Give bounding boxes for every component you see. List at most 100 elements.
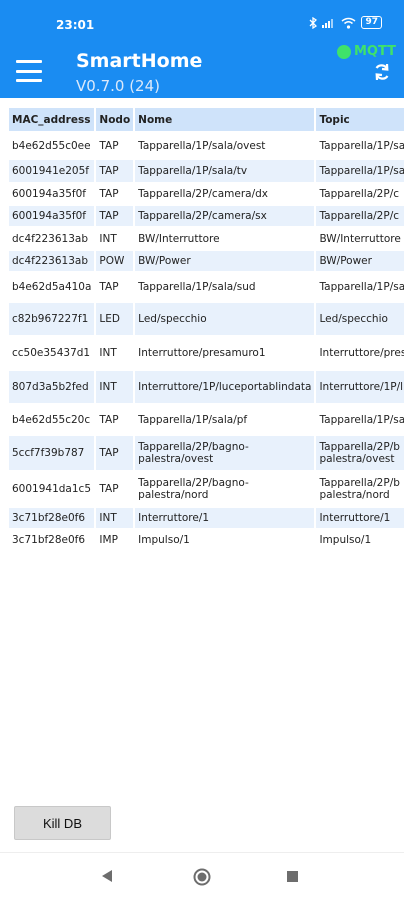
- app-title: SmartHome: [76, 50, 203, 72]
- cell-nome: Tapparella/2P/bagno-palestra/nord: [138, 477, 249, 501]
- table-header-row: MAC_address Nodo Nome Topic: [9, 108, 404, 131]
- table-row[interactable]: b4e62d5a410a TAP Tapparella/1P/sala/sud Tap…: [9, 273, 404, 301]
- wifi-icon: [342, 17, 356, 29]
- cell-nome: Tapparella/2P/camera/sx: [135, 206, 315, 226]
- table-row[interactable]: 600194a35f0f TAP Tapparella/2P/camera/dx Ta…: [9, 184, 404, 204]
- column-header-nodo: Nodo: [96, 108, 134, 131]
- cell-mac: 3c71bf28e0f6: [9, 508, 95, 528]
- cell-nome: Led/specchio: [135, 303, 315, 335]
- cell-nodo: POW: [96, 251, 134, 271]
- cell-mac: 3c71bf28e0f6: [12, 534, 86, 546]
- home-icon[interactable]: [193, 868, 211, 886]
- cell-topic: Tapparella/1P/sa: [319, 139, 404, 152]
- cell-nome: Tapparella/1P/sala/tv: [135, 160, 315, 182]
- app-bar: SmartHome V0.7.0 (24) MQTT: [0, 44, 404, 98]
- cell-nome: Tapparella/2P/camera/dx: [138, 188, 268, 200]
- table-row[interactable]: dc4f223613ab POW BW/Power BW/Power: [9, 251, 404, 271]
- mqtt-label: MQTT: [353, 44, 396, 59]
- column-header-topic: Topic: [316, 108, 404, 131]
- table-row[interactable]: 600194a35f0f TAP Tapparella/2P/camera/sx Ta…: [9, 206, 404, 226]
- cell-nodo: TAP: [99, 413, 119, 426]
- cell-mac: 807d3a5b2fed: [9, 371, 95, 403]
- cell-topic: Interruttore/1P/l: [316, 371, 404, 403]
- cell-nome: BW/Interruttore: [138, 232, 220, 245]
- cell-topic: Tapparella/2P/c: [316, 206, 404, 226]
- cell-topic: Interruttore/pres: [319, 347, 404, 359]
- table-row[interactable]: dc4f223613ab INT BW/Interruttore BW/Interru…: [9, 228, 404, 249]
- cell-topic: Tapparella/2P/b palestra/nord: [319, 477, 400, 501]
- bluetooth-icon: [310, 16, 318, 29]
- cell-mac: 600194a35f0f: [9, 206, 95, 226]
- table-row[interactable]: 3c71bf28e0f6 INT Interruttore/1 Interruttor…: [9, 508, 404, 528]
- app-version: V0.7.0 (24): [76, 77, 160, 95]
- table-row[interactable]: b4e62d55c0ee TAP Tapparella/1P/sala/ovest T…: [9, 133, 404, 158]
- cell-nodo: LED: [96, 303, 134, 335]
- cell-topic: Impulso/1: [319, 534, 372, 546]
- cell-nodo: TAP: [96, 160, 134, 182]
- cell-nodo: INT: [96, 508, 134, 528]
- status-time: 23:01: [56, 18, 95, 32]
- cell-mac: dc4f223613ab: [12, 232, 88, 245]
- cell-topic: BW/Interruttore: [319, 232, 401, 245]
- table-row[interactable]: 5ccf7f39b787 TAP Tapparella/2P/bagno-pales…: [9, 436, 404, 470]
- cell-mac: b4e62d5a410a: [12, 281, 92, 293]
- signal-icon: [322, 19, 334, 28]
- devices-table-container[interactable]: MAC_address Nodo Nome Topic b4e62d55c0ee…: [7, 106, 404, 566]
- cell-nome: Interruttore/presamuro1: [138, 347, 266, 359]
- back-icon[interactable]: [100, 869, 114, 883]
- devices-table: MAC_address Nodo Nome Topic b4e62d55c0ee…: [7, 106, 404, 552]
- cell-nome: Impulso/1: [138, 534, 190, 546]
- cell-nodo: INT: [96, 371, 134, 403]
- cell-nome: Tapparella/1P/sala/pf: [138, 413, 248, 426]
- cell-topic: Tapparella/1P/sa: [319, 281, 404, 293]
- table-row[interactable]: b4e62d55c20c TAP Tapparella/1P/sala/pf Tapp…: [9, 405, 404, 434]
- table-row[interactable]: c82b967227f1 LED Led/specchio Led/specchio: [9, 303, 404, 335]
- mqtt-status-dot-icon: [336, 44, 351, 59]
- cell-mac: cc50e35437d1: [12, 347, 91, 359]
- cell-topic: Tapparella/1P/sa: [316, 160, 404, 182]
- navigation-bar: [0, 852, 404, 901]
- recent-apps-icon[interactable]: [287, 871, 298, 882]
- cell-nodo: TAP: [99, 281, 119, 293]
- sync-icon[interactable]: [372, 62, 392, 82]
- cell-topic: Interruttore/1: [316, 508, 404, 528]
- cell-mac: 5ccf7f39b787: [9, 436, 95, 470]
- cell-mac: 6001941e205f: [9, 160, 95, 182]
- hamburger-menu-icon[interactable]: [16, 60, 42, 82]
- cell-topic: BW/Power: [316, 251, 404, 271]
- cell-mac: 6001941da1c5: [12, 483, 91, 495]
- cell-mac: c82b967227f1: [9, 303, 95, 335]
- kill-db-button[interactable]: Kill DB: [14, 806, 111, 840]
- cell-topic: Led/specchio: [316, 303, 404, 335]
- column-header-nome: Nome: [135, 108, 315, 131]
- cell-nodo: TAP: [96, 436, 134, 470]
- cell-topic: Tapparella/1P/sa: [319, 413, 404, 426]
- column-header-mac: MAC_address: [9, 108, 95, 131]
- cell-mac: b4e62d55c0ee: [12, 139, 91, 152]
- cell-nome: Tapparella/1P/sala/sud: [138, 281, 256, 293]
- cell-nodo: INT: [99, 347, 117, 359]
- cell-topic: Tapparella/2P/b palestra/ovest: [316, 436, 404, 470]
- cell-nodo: TAP: [99, 139, 119, 152]
- cell-mac: b4e62d55c20c: [12, 413, 91, 426]
- cell-mac: 600194a35f0f: [12, 188, 86, 200]
- cell-nodo: TAP: [99, 188, 119, 200]
- cell-nome: Interruttore/1P/luceportablindata: [135, 371, 315, 403]
- cell-nodo: TAP: [99, 483, 119, 495]
- cell-nome: BW/Power: [135, 251, 315, 271]
- cell-nodo: TAP: [96, 206, 134, 226]
- cell-nome: Tapparella/1P/sala/ovest: [138, 139, 266, 152]
- cell-topic: Tapparella/2P/c: [319, 188, 400, 200]
- table-row[interactable]: 6001941da1c5 TAP Tapparella/2P/bagno-pales…: [9, 472, 404, 506]
- cell-mac: dc4f223613ab: [9, 251, 95, 271]
- cell-nodo: IMP: [99, 534, 118, 546]
- battery-indicator: 97: [361, 16, 382, 29]
- table-row[interactable]: 6001941e205f TAP Tapparella/1P/sala/tv Tapp…: [9, 160, 404, 182]
- table-row[interactable]: cc50e35437d1 INT Interruttore/presamuro1 In…: [9, 337, 404, 369]
- table-row[interactable]: 3c71bf28e0f6 IMP Impulso/1 Impulso/1: [9, 530, 404, 550]
- table-row[interactable]: 807d3a5b2fed INT Interruttore/1P/luceporta…: [9, 371, 404, 403]
- status-bar: 23:01 97: [0, 0, 404, 44]
- cell-nome: Interruttore/1: [135, 508, 315, 528]
- cell-nome: Tapparella/2P/bagno-palestra/ovest: [135, 436, 315, 470]
- status-icons: 97: [309, 16, 382, 29]
